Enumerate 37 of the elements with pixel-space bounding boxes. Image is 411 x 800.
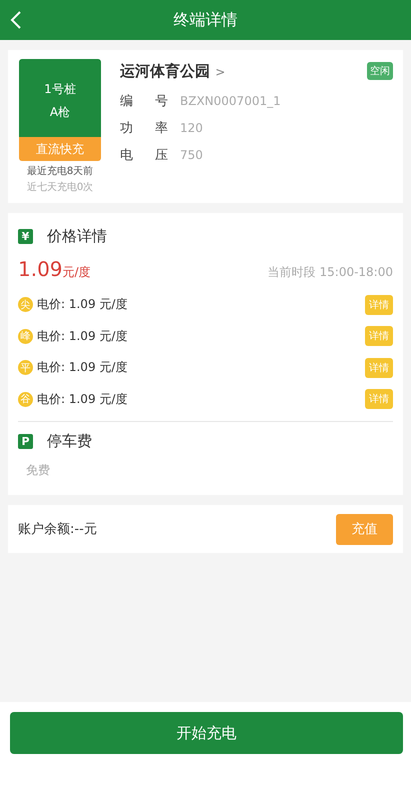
pile-number: 1号桩 <box>44 81 76 98</box>
balance-text: 账户余额:--元 <box>18 521 97 538</box>
tier-icon: 峰 <box>18 328 33 344</box>
status-badge: 空闲 <box>367 62 393 80</box>
field-value: 750 <box>180 148 203 162</box>
page-title: 终端详情 <box>174 10 238 30</box>
last-charge-text: 最近充电8天前 <box>26 164 94 178</box>
field-label: 功 率 <box>120 120 166 136</box>
start-charging-button[interactable]: 开始充电 <box>10 712 403 754</box>
tier-price: 电价: 1.09 元/度 <box>37 328 128 345</box>
recharge-button[interactable]: 充值 <box>336 514 393 544</box>
week-count-text: 近七天充电0次 <box>26 180 94 194</box>
tier-price: 电价: 1.09 元/度 <box>37 390 128 408</box>
parking-icon: P <box>18 434 33 448</box>
detail-button[interactable]: 详情 <box>365 326 393 346</box>
tier-price: 电价: 1.09 元/度 <box>37 359 128 376</box>
yuan-icon: ¥ <box>18 228 33 244</box>
field-value: BZXN0007001_1 <box>180 94 281 108</box>
detail-button[interactable]: 详情 <box>365 389 393 410</box>
tier-icon: 尖 <box>18 297 33 312</box>
back-icon <box>10 10 22 30</box>
field-value: 120 <box>180 120 203 134</box>
parking-fee: 免费 <box>26 462 51 479</box>
current-period: 当前时段 15:00-18:00 <box>268 264 393 281</box>
tier-icon: 平 <box>18 360 33 376</box>
field-label: 编 号 <box>120 92 166 110</box>
detail-button[interactable]: 详情 <box>365 294 393 315</box>
tier-price: 电价: 1.09 元/度 <box>37 296 128 314</box>
section-title: 停车费 <box>47 432 92 450</box>
detail-button[interactable]: 详情 <box>365 358 393 378</box>
charge-type-label: 直流快充 <box>19 137 101 161</box>
current-price: 1.09元/度 <box>18 257 91 281</box>
station-link[interactable]: 运河体育公园 > <box>120 62 226 81</box>
tier-icon: 谷 <box>18 392 33 407</box>
field-label: 电 压 <box>120 146 166 164</box>
section-title: 价格详情 <box>47 226 107 246</box>
gun-label: A枪 <box>50 104 70 122</box>
